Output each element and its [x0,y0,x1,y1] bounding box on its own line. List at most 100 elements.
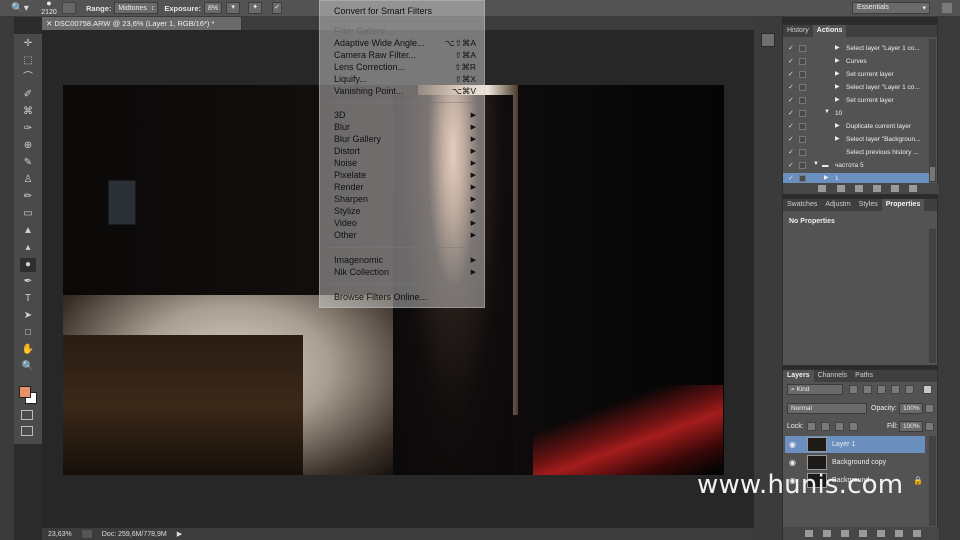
link-layers-icon[interactable] [805,530,813,537]
tab-properties[interactable]: Properties [881,199,925,211]
pen-tool-icon[interactable]: ✒ [20,275,36,289]
layer-row-layer-1[interactable]: ◉ Layer 1 [785,436,925,453]
menu-item-imagenomic[interactable]: Imagenomic ▶ [334,254,476,266]
action-row[interactable]: ✓ ▶ Set current layer [783,69,929,81]
path-select-tool-icon[interactable]: ➤ [20,309,36,323]
menu-item-3d[interactable]: 3D ▶ [334,109,476,121]
healing-brush-tool-icon[interactable]: ⊕ [20,139,36,153]
menu-item-noise[interactable]: Noise ▶ [334,157,476,169]
foreground-color-swatch[interactable] [19,386,31,398]
menu-item-camera-raw-filter[interactable]: Camera Raw Filter... ⇧⌘A [334,49,476,61]
blur-tool-icon[interactable]: ▴ [20,241,36,255]
tab-styles[interactable]: Styles [855,199,882,211]
crop-tool-icon[interactable]: ⌘ [20,105,36,119]
stop-icon[interactable] [818,185,826,192]
menu-item-blur[interactable]: Blur ▶ [334,121,476,133]
eraser-tool-icon[interactable]: ▭ [20,207,36,221]
quick-mask-icon[interactable] [21,410,33,420]
action-row[interactable]: ✓ ▶ Select layer "Backgroun... [783,134,929,146]
layer-mask-icon[interactable] [841,530,849,537]
menu-item-other[interactable]: Other ▶ [334,229,476,241]
type-filter-icon[interactable] [877,385,886,394]
dodge-tool-icon[interactable]: ● [20,258,36,272]
blend-mode-select[interactable]: Normal [787,403,867,414]
menu-item-blur-gallery[interactable]: Blur Gallery ▶ [334,133,476,145]
menu-item-convert-smart-filters[interactable]: Convert for Smart Filters [334,5,476,17]
marquee-tool-icon[interactable]: ⬚ [20,54,36,68]
new-group-icon[interactable] [877,530,885,537]
shape-tool-icon[interactable]: □ [20,326,36,340]
menu-item-video[interactable]: Video ▶ [334,217,476,229]
adjustment-filter-icon[interactable] [863,385,872,394]
layers-scrollbar[interactable] [929,436,936,526]
menu-item-stylize[interactable]: Stylize ▶ [334,205,476,217]
eye-icon[interactable]: ◉ [789,440,796,449]
chevron-right-icon[interactable]: ▶ [177,530,182,538]
fill-field[interactable]: 100% [899,421,923,432]
lock-transparency-icon[interactable] [807,422,816,431]
eyedropper-tool-icon[interactable]: ✑ [20,122,36,136]
brush-size[interactable]: ● 2120 [40,0,58,17]
filter-toggle-icon[interactable] [923,385,932,394]
menu-item-adaptive-wide-angle[interactable]: Adaptive Wide Angle... ⌥⇧⌘A [334,37,476,49]
paint-bucket-tool-icon[interactable]: ▲ [20,224,36,238]
action-row[interactable]: ✓ ▶ Set current layer [783,95,929,107]
menu-item-liquify[interactable]: Liquify... ⇧⌘X [334,73,476,85]
pixel-filter-icon[interactable] [849,385,858,394]
layer-style-icon[interactable] [823,530,831,537]
status-share-icon[interactable] [81,530,92,538]
zoom-tool-preset-icon[interactable]: 🔍▾ [0,0,40,17]
action-row[interactable]: ✓ ▶ Select layer "Layer 1 co... [783,43,929,55]
menu-item-distort[interactable]: Distort ▶ [334,145,476,157]
menu-item-lens-correction[interactable]: Lens Correction... ⇧⌘R [334,61,476,73]
action-row[interactable]: ✓ ▶ Select layer "Layer 1 co... [783,82,929,94]
fill-dropdown-icon[interactable] [925,422,934,431]
menu-item-render[interactable]: Render ▶ [334,181,476,193]
action-row[interactable]: ✓ ▶ Curves [783,56,929,68]
tab-channels[interactable]: Channels [814,370,852,382]
tab-paths[interactable]: Paths [851,370,877,382]
airbrush-icon[interactable]: ✦ [248,2,263,14]
eye-icon[interactable]: ◉ [789,458,796,467]
new-layer-icon[interactable] [895,530,903,537]
trash-icon[interactable] [909,185,917,192]
tab-actions[interactable]: Actions [812,25,847,37]
new-action-icon[interactable] [891,185,899,192]
opacity-field[interactable]: 100% [899,403,923,414]
workspace-switcher[interactable]: Essentials ▾ [852,2,930,14]
smart-object-filter-icon[interactable] [905,385,914,394]
menu-item-sharpen[interactable]: Sharpen ▶ [334,193,476,205]
lock-all-icon[interactable] [849,422,858,431]
range-select[interactable]: Midtones ↕ [114,2,159,14]
document-tab[interactable]: ✕ DSC00758.ARW @ 23,6% (Layer 1, RGB/16*… [42,17,242,30]
action-row[interactable]: ✓ ▼ 10 [783,108,929,120]
zoom-tool-icon[interactable]: 🔍 [20,360,36,374]
menu-item-pixelate[interactable]: Pixelate ▶ [334,169,476,181]
trash-icon[interactable] [913,530,921,537]
shape-filter-icon[interactable] [891,385,900,394]
hand-tool-icon[interactable]: ✋ [20,343,36,357]
action-row[interactable]: ✓ ▶ Duplicate current layer [783,121,929,133]
brush-panel-icon[interactable] [62,2,76,14]
exposure-dropdown-button[interactable]: ▾ [226,2,241,14]
play-icon[interactable] [855,185,863,192]
lasso-tool-icon[interactable]: ⌒ [20,71,36,85]
menu-item-vanishing-point[interactable]: Vanishing Point... ⌥⌘V [334,85,476,97]
history-brush-tool-icon[interactable]: ✏ [20,190,36,204]
clone-stamp-tool-icon[interactable]: ♙ [20,173,36,187]
screen-mode-icon[interactable] [21,426,33,436]
workspace-icon[interactable] [942,3,952,13]
action-row[interactable]: ✓ Select previous history ... [783,147,929,159]
type-tool-icon[interactable]: T [20,292,36,306]
record-icon[interactable] [837,185,845,192]
menu-item-nik-collection[interactable]: Nik Collection ▶ [334,266,476,278]
adjustment-layer-icon[interactable] [859,530,867,537]
brush-tool-icon[interactable]: ✎ [20,156,36,170]
lock-position-icon[interactable] [835,422,844,431]
properties-scrollbar[interactable] [929,229,936,363]
tab-swatches[interactable]: Swatches [783,199,821,211]
tab-history[interactable]: History [783,25,813,37]
tab-layers[interactable]: Layers [783,370,814,382]
zoom-level[interactable]: 23,63% [48,531,72,538]
opacity-dropdown-icon[interactable] [925,404,934,413]
